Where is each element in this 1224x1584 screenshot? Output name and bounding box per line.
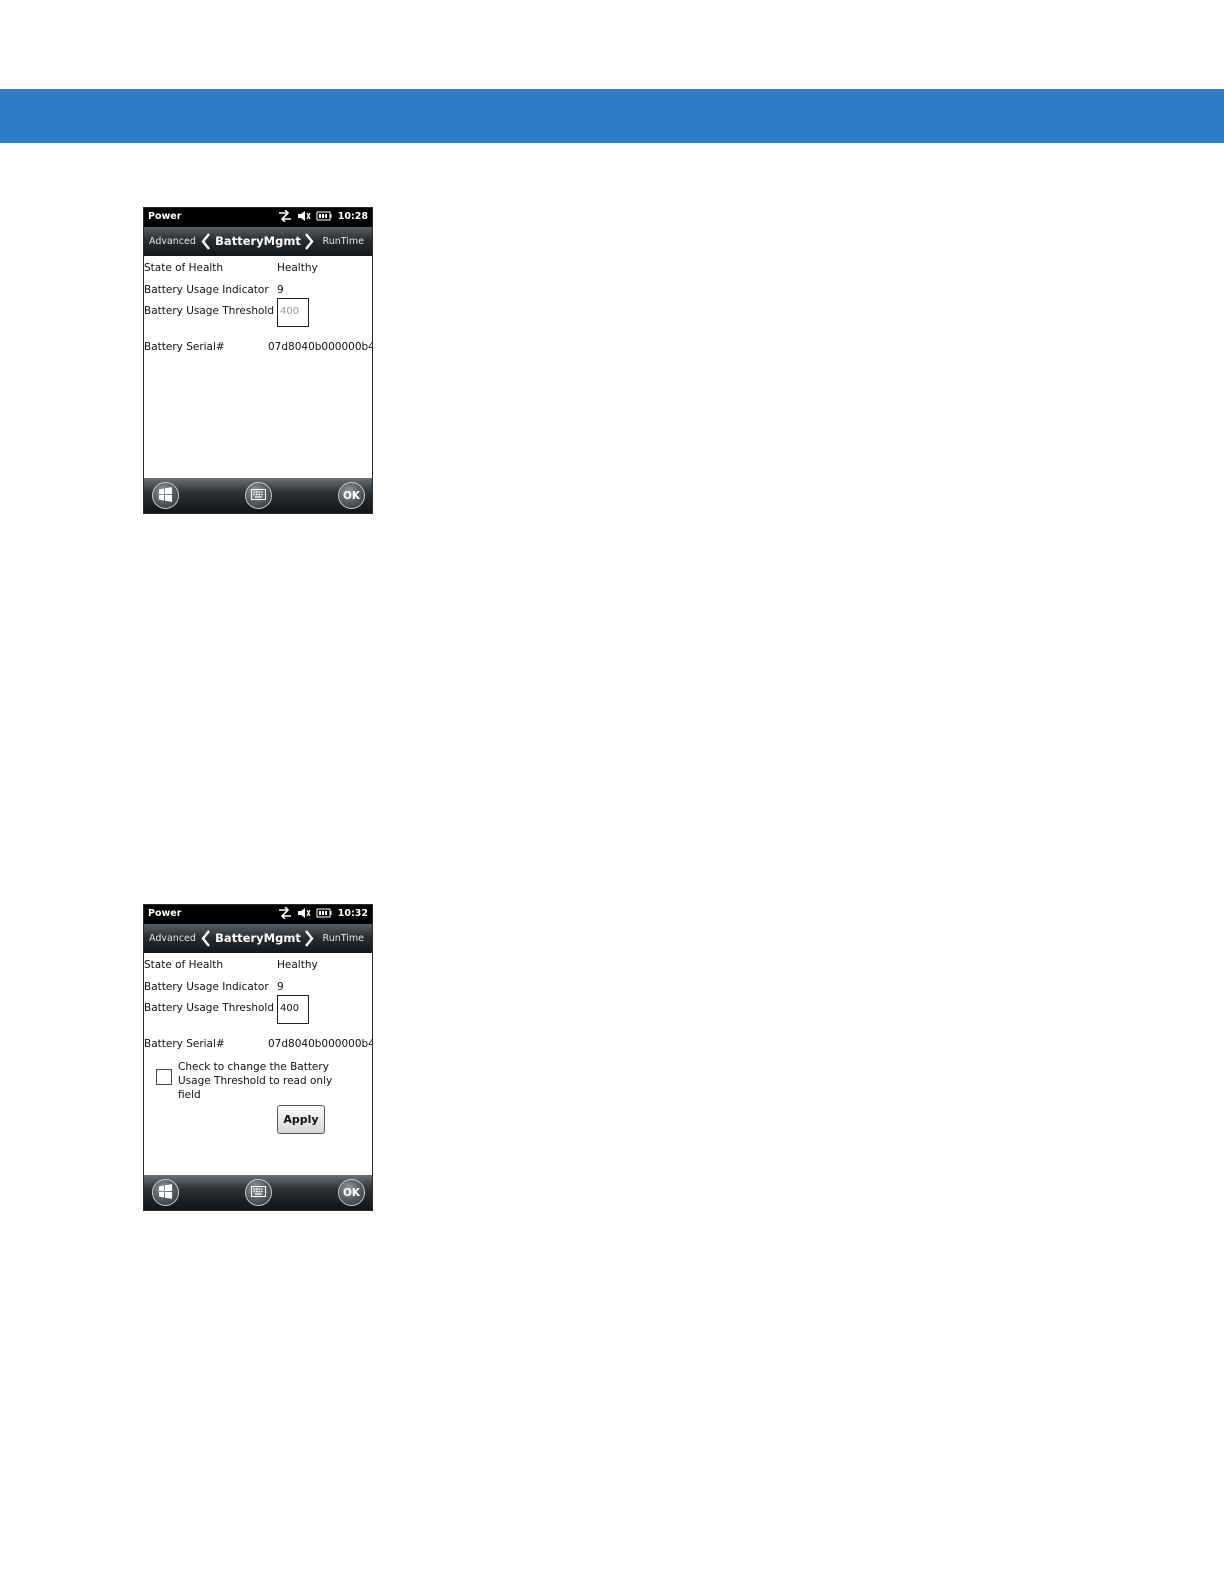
windows-start-icon <box>158 1183 173 1202</box>
tab-bar: Advanced BatteryMgmt RunTime <box>144 924 372 953</box>
status-bar: Power 10:28 <box>144 208 372 227</box>
health-value: Healthy <box>277 959 318 971</box>
threshold-input[interactable]: 400 <box>277 995 309 1024</box>
bottom-menu-bar: OK <box>144 1175 372 1210</box>
health-label: State of Health <box>144 959 224 971</box>
keyboard-icon <box>251 488 266 503</box>
speaker-muted-icon[interactable] <box>297 907 311 919</box>
threshold-field: 400 <box>277 298 309 327</box>
connectivity-icon[interactable] <box>278 907 292 919</box>
app-title: Power <box>148 211 182 222</box>
windows-start-icon <box>158 486 173 505</box>
serial-row: Battery Serial# 07d8040b000000b4 <box>144 1038 372 1054</box>
speaker-muted-icon[interactable] <box>297 210 311 222</box>
usage-row: Battery Usage Indicator 9 <box>144 284 372 300</box>
keyboard-button[interactable] <box>245 482 272 509</box>
read-only-checkbox[interactable] <box>156 1069 172 1085</box>
health-row: State of Health Healthy <box>144 262 372 278</box>
health-row: State of Health Healthy <box>144 959 372 975</box>
battery-icon[interactable] <box>316 211 332 221</box>
chevron-right-icon[interactable] <box>304 233 314 254</box>
read-only-checkbox-label: Check to change the Battery Usage Thresh… <box>178 1061 333 1101</box>
keyboard-button[interactable] <box>245 1179 272 1206</box>
serial-label: Battery Serial# <box>144 1038 225 1050</box>
usage-row: Battery Usage Indicator 9 <box>144 981 372 997</box>
usage-label: Battery Usage Indicator <box>144 981 269 993</box>
battery-icon[interactable] <box>316 908 332 918</box>
tab-runtime[interactable]: RunTime <box>323 933 364 944</box>
tab-runtime[interactable]: RunTime <box>323 236 364 247</box>
usage-value: 9 <box>277 284 284 296</box>
threshold-label: Battery Usage Threshold <box>144 1002 274 1014</box>
start-button[interactable] <box>152 482 179 509</box>
chevron-right-icon[interactable] <box>304 930 314 951</box>
app-title: Power <box>148 908 182 919</box>
keyboard-icon <box>251 1185 266 1200</box>
threshold-row: Battery Usage Threshold 400 <box>144 995 372 1024</box>
device-screen-read-only: Power 10:28 Advanced BatteryMgmt RunTime… <box>143 207 373 514</box>
page-header-bar <box>0 89 1224 143</box>
start-button[interactable] <box>152 1179 179 1206</box>
connectivity-icon[interactable] <box>278 210 292 222</box>
device-screen-editable: Power 10:32 Advanced BatteryMgmt RunTime… <box>143 904 373 1211</box>
ok-button[interactable]: OK <box>338 482 365 509</box>
bottom-menu-bar: OK <box>144 478 372 513</box>
apply-button[interactable]: Apply <box>277 1105 325 1134</box>
serial-row: Battery Serial# 07d8040b000000b4 <box>144 341 372 357</box>
usage-value: 9 <box>277 981 284 993</box>
ok-button[interactable]: OK <box>338 1179 365 1206</box>
health-label: State of Health <box>144 262 224 274</box>
serial-value: 07d8040b000000b4 <box>268 1038 373 1050</box>
health-value: Healthy <box>277 262 318 274</box>
status-time: 10:28 <box>337 210 368 222</box>
status-time: 10:32 <box>337 907 368 919</box>
threshold-label: Battery Usage Threshold <box>144 305 274 317</box>
usage-label: Battery Usage Indicator <box>144 284 269 296</box>
status-bar: Power 10:32 <box>144 905 372 924</box>
tab-bar: Advanced BatteryMgmt RunTime <box>144 227 372 256</box>
threshold-row: Battery Usage Threshold 400 <box>144 298 372 327</box>
serial-label: Battery Serial# <box>144 341 225 353</box>
serial-value: 07d8040b000000b4 <box>268 341 373 353</box>
